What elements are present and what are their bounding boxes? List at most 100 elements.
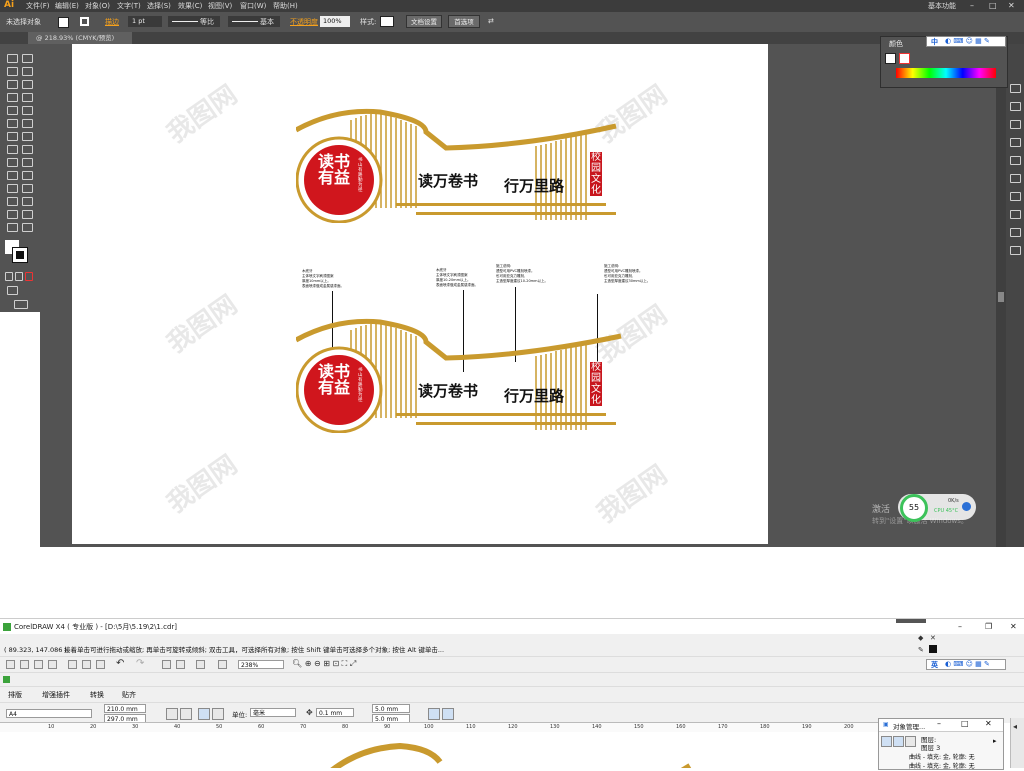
object-list-item[interactable]: 曲线 - 填充: 金, 轮廓: 无 <box>909 761 975 770</box>
stroke-color-icon[interactable] <box>12 247 28 263</box>
current-page-icon[interactable] <box>212 708 224 720</box>
graph-tool-icon[interactable] <box>22 197 33 206</box>
show-properties-icon[interactable] <box>881 736 892 747</box>
graphic-styles-panel-icon[interactable] <box>1010 210 1021 219</box>
signboard-design-bottom[interactable]: 读书 有益 书山有路勤为径 读万卷书 行万里路 校园文化 <box>294 318 624 434</box>
stroke-weight-field[interactable]: 1 pt <box>128 16 162 27</box>
accelerate-icon[interactable] <box>962 502 971 511</box>
menu-edit[interactable]: 编辑(E) <box>55 1 79 11</box>
outline-color-swatch[interactable] <box>929 645 937 653</box>
line-tool-icon[interactable] <box>7 93 18 102</box>
brush-definition[interactable]: 基本 <box>228 16 280 27</box>
swatches-panel-icon[interactable] <box>1010 84 1021 93</box>
menu-file[interactable]: 文件(F) <box>26 1 50 11</box>
brushes-panel-icon[interactable] <box>1010 102 1021 111</box>
lasso-tool-icon[interactable] <box>22 67 33 76</box>
minimize-icon[interactable]: – <box>937 719 941 728</box>
menu-type[interactable]: 文字(T) <box>117 1 141 11</box>
hand-tool-icon[interactable] <box>7 223 18 232</box>
scroll-thumb[interactable] <box>998 292 1004 302</box>
opacity-label[interactable]: 不透明度 <box>290 17 318 27</box>
stroke-preview[interactable] <box>899 53 910 64</box>
artboard-tool-icon[interactable] <box>7 210 18 219</box>
panel-menu-arrow-icon[interactable]: ▸ <box>993 737 997 745</box>
tab-snap[interactable]: 贴齐 <box>122 690 136 700</box>
redo-icon[interactable]: ↷ <box>136 658 144 669</box>
tab-enhance-plugins[interactable]: 增强插件 <box>42 690 70 700</box>
vertical-scrollbar[interactable] <box>996 44 1006 547</box>
none-mode-icon[interactable] <box>25 272 33 281</box>
nudge-distance-field[interactable]: 0.1 mm <box>316 708 354 717</box>
restore-icon[interactable]: ❐ <box>985 619 992 635</box>
brush-tool-icon[interactable] <box>7 106 18 115</box>
opacity-field[interactable]: 100% <box>320 16 350 27</box>
outline-pen-icon[interactable]: ✎ <box>918 644 924 656</box>
zoom-level-field[interactable]: 238% <box>238 660 284 669</box>
welcome-screen-icon[interactable] <box>218 660 227 669</box>
free-transform-tool-icon[interactable] <box>22 145 33 154</box>
shape-builder-tool-icon[interactable] <box>7 158 18 167</box>
save-icon[interactable] <box>34 660 43 669</box>
ime-mode[interactable]: 中 <box>931 37 938 47</box>
document-setup-button[interactable]: 文档设置 <box>406 15 442 28</box>
stroke-swatch[interactable] <box>80 17 89 26</box>
gradient-panel-icon[interactable] <box>1010 156 1021 165</box>
tab-layout[interactable]: 排版 <box>8 690 22 700</box>
close-icon[interactable]: ✕ <box>1008 1 1015 10</box>
edit-across-layers-icon[interactable] <box>893 736 904 747</box>
pencil-tool-icon[interactable] <box>22 106 33 115</box>
color-mode-icon[interactable] <box>5 272 13 281</box>
stroke-panel-icon[interactable] <box>1010 138 1021 147</box>
ime-toolbar-icon[interactable]: ◐ ⌨ ☺ ▦ ✎ <box>945 37 990 45</box>
duplicate-x-field[interactable]: 5.0 mm <box>372 704 410 713</box>
symbols-panel-icon[interactable] <box>1010 120 1021 129</box>
menu-effect[interactable]: 效果(C) <box>178 1 202 11</box>
units-select[interactable]: 毫米 <box>250 708 296 717</box>
restore-icon[interactable]: □ <box>961 719 969 728</box>
fill-preview[interactable] <box>885 53 896 64</box>
open-icon[interactable] <box>20 660 29 669</box>
magic-wand-tool-icon[interactable] <box>7 67 18 76</box>
options-icon[interactable] <box>442 708 454 720</box>
menu-help[interactable]: 帮助(H) <box>273 1 298 11</box>
docker-arrow-icon[interactable]: ◂ <box>1013 722 1017 731</box>
blend-tool-icon[interactable] <box>22 184 33 193</box>
rectangle-tool-icon[interactable] <box>22 93 33 102</box>
print-icon[interactable] <box>48 660 57 669</box>
paste-icon[interactable] <box>96 660 105 669</box>
rotate-tool-icon[interactable] <box>7 132 18 141</box>
gradient-mode-icon[interactable] <box>15 272 23 281</box>
document-tab[interactable]: @ 218.93% (CMYK/预览) <box>28 32 132 44</box>
close-icon[interactable]: ✕ <box>985 719 992 728</box>
all-pages-icon[interactable] <box>198 708 210 720</box>
pen-tool-icon[interactable] <box>7 80 18 89</box>
minimize-icon[interactable]: – <box>958 619 962 635</box>
new-document-icon[interactable] <box>6 660 15 669</box>
menu-object[interactable]: 对象(O) <box>85 1 110 11</box>
ime-mode[interactable]: 英 <box>931 660 938 670</box>
zoom-tool-icon[interactable] <box>22 223 33 232</box>
transparency-panel-icon[interactable] <box>1010 174 1021 183</box>
layers-panel-icon[interactable] <box>1010 228 1021 237</box>
tab-convert[interactable]: 转换 <box>90 690 104 700</box>
scale-tool-icon[interactable] <box>22 132 33 141</box>
toolbox-handle-icon[interactable] <box>3 676 10 683</box>
ime-toolbar-icon[interactable]: ◐ ⌨ ☺ ▦ ✎ <box>945 660 990 668</box>
application-launcher-icon[interactable] <box>196 660 205 669</box>
cut-icon[interactable] <box>68 660 77 669</box>
signboard-design-top[interactable]: 读书 有益 书山有路勤为径 读万卷书 行万里路 校园文化 <box>294 108 621 224</box>
menu-view[interactable]: 视图(V) <box>208 1 232 11</box>
layer-manager-view-icon[interactable] <box>905 736 916 747</box>
export-icon[interactable] <box>176 660 185 669</box>
object-list-item[interactable]: 曲线 - 填充: 金, 轮廓: 无 <box>909 752 975 761</box>
performance-widget[interactable]: 55 0K/s CPU 45°C <box>898 494 976 522</box>
mesh-tool-icon[interactable] <box>7 171 18 180</box>
blob-brush-tool-icon[interactable] <box>7 119 18 128</box>
coreldraw-canvas[interactable] <box>0 732 880 771</box>
workspace-switcher[interactable]: 基本功能 <box>928 1 956 11</box>
minimize-icon[interactable]: – <box>970 1 974 10</box>
landscape-icon[interactable] <box>180 708 192 720</box>
treat-as-filled-icon[interactable] <box>428 708 440 720</box>
eyedropper-tool-icon[interactable] <box>7 184 18 193</box>
fill-swatch[interactable] <box>58 17 69 28</box>
